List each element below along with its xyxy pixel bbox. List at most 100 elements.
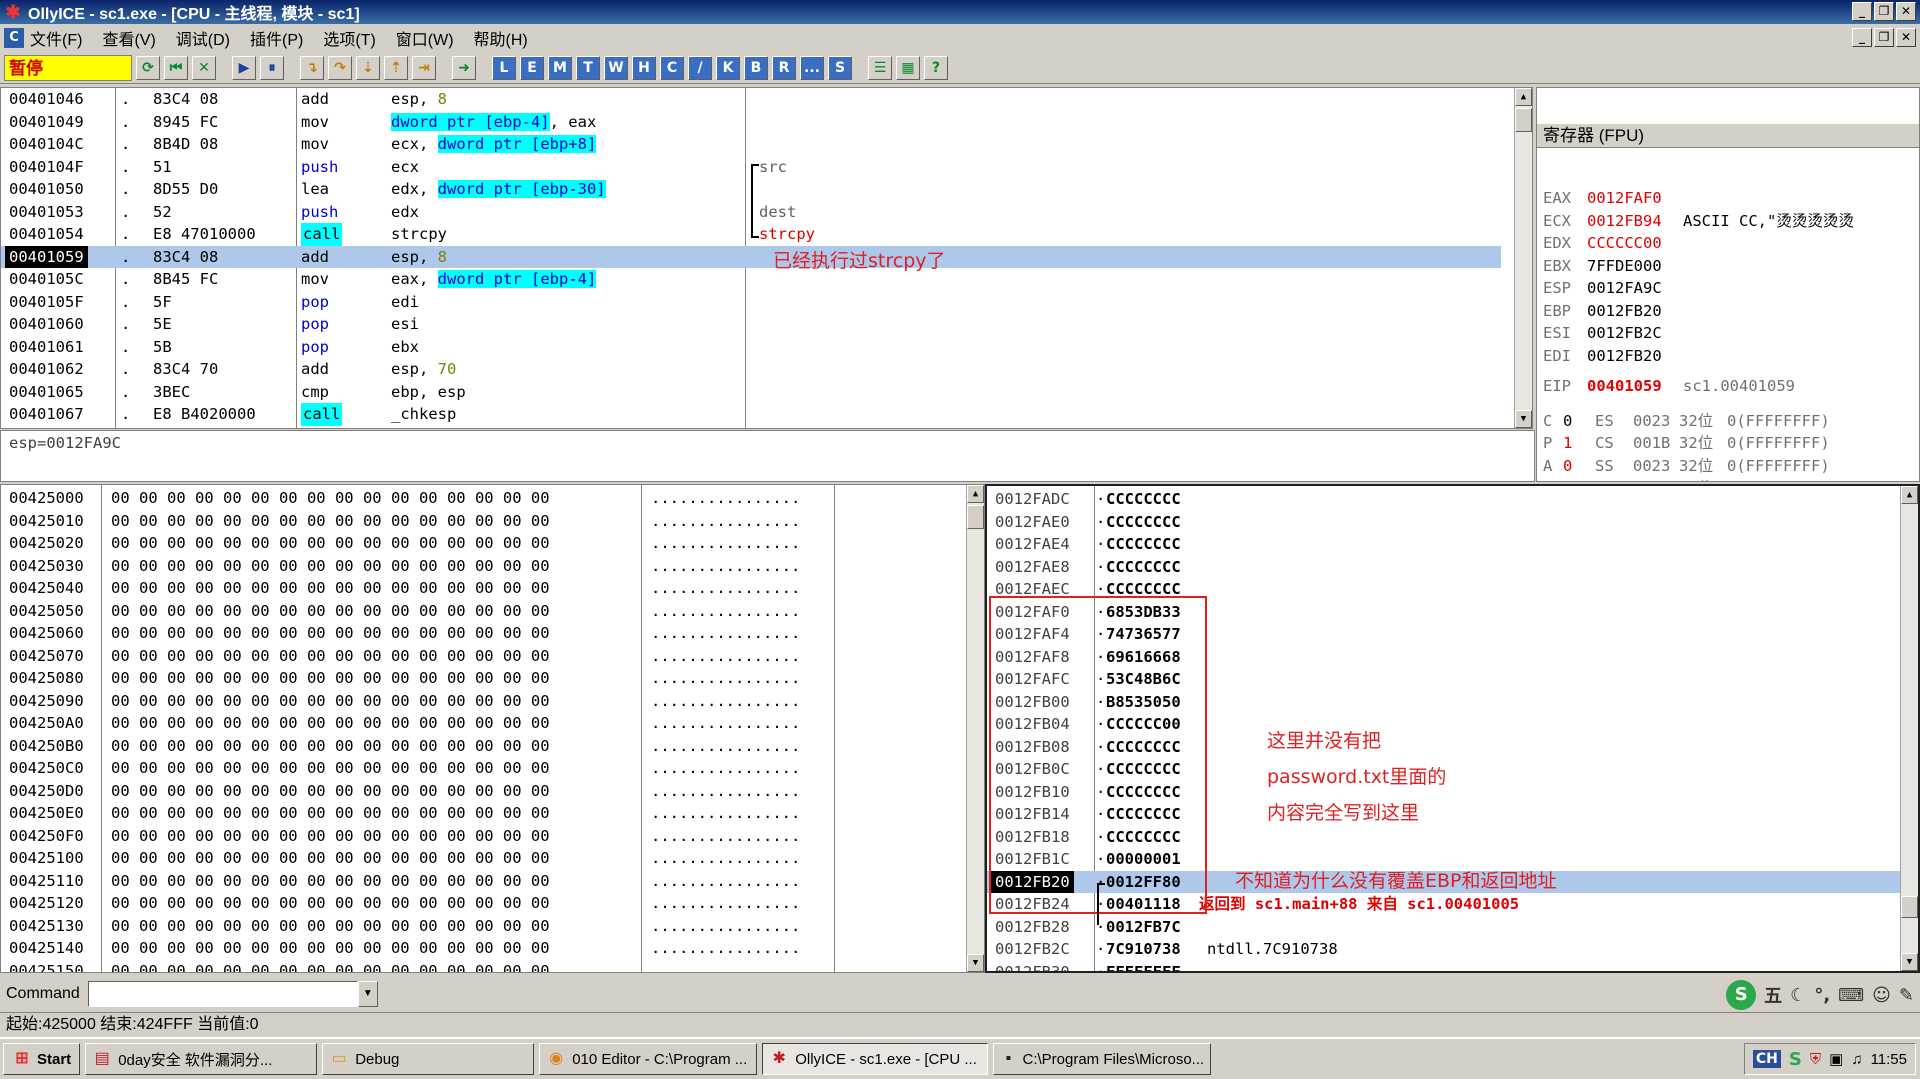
- toolbar-letter-w[interactable]: W: [604, 55, 628, 80]
- child-restore-button[interactable]: ❐: [1874, 28, 1894, 47]
- child-close-button[interactable]: ✕: [1896, 28, 1916, 47]
- shield-icon[interactable]: ⛨: [1810, 1051, 1821, 1068]
- stack-row[interactable]: 0012FB2C · 7C910738 ntdll.7C910738: [987, 938, 1907, 961]
- toolbar-letter-r[interactable]: R: [772, 55, 796, 80]
- register-value[interactable]: 0012FB20: [1587, 300, 1662, 323]
- dump-row[interactable]: 00425120 00 00 00 00 00 00 00 00 00 00 00…: [1, 892, 984, 915]
- disasm-row[interactable]: 0040104C. 8B4D 08 mov ecx, dword ptr [ebp+8…: [1, 133, 1501, 156]
- dump-row[interactable]: 004250C0 00 00 00 00 00 00 00 00 00 00 00…: [1, 757, 984, 780]
- list-icon[interactable]: ☰: [868, 55, 892, 80]
- dump-row[interactable]: 00425090 00 00 00 00 00 00 00 00 00 00 00…: [1, 690, 984, 713]
- dump-row[interactable]: 00425040 00 00 00 00 00 00 00 00 00 00 00…: [1, 577, 984, 600]
- dump-row[interactable]: 00425080 00 00 00 00 00 00 00 00 00 00 00…: [1, 667, 984, 690]
- dump-row[interactable]: 00425130 00 00 00 00 00 00 00 00 00 00 00…: [1, 915, 984, 938]
- disasm-row[interactable]: 00401062. 83C4 70 add esp, 70: [1, 358, 1501, 381]
- minimize-button[interactable]: _: [1852, 2, 1872, 21]
- toolbar-letter-e[interactable]: E: [520, 55, 544, 80]
- flag-row[interactable]: Z 1 DS 0023 32位 0(FFFFFFFF): [1537, 477, 1919, 481]
- dump-row[interactable]: 00425000 00 00 00 00 00 00 00 00 00 00 00…: [1, 487, 984, 510]
- disasm-row[interactable]: 00401065. 3BEC cmp ebp, esp: [1, 381, 1501, 404]
- register-row[interactable]: EAX 0012FAF0: [1537, 187, 1919, 210]
- run-icon[interactable]: ▶: [232, 55, 256, 80]
- taskbar-button[interactable]: ✱ OllyICE - sc1.exe - [CPU ...: [762, 1043, 989, 1075]
- close-button[interactable]: ✕: [1896, 2, 1916, 21]
- disasm-row[interactable]: 00401046. 83C4 08 add esp, 8: [1, 88, 1501, 111]
- disasm-row[interactable]: 00401049. 8945 FC mov dword ptr [ebp-4], ea…: [1, 111, 1501, 134]
- dump-row[interactable]: 00425140 00 00 00 00 00 00 00 00 00 00 00…: [1, 937, 984, 960]
- dump-row[interactable]: 00425030 00 00 00 00 00 00 00 00 00 00 00…: [1, 555, 984, 578]
- dump-row[interactable]: 00425110 00 00 00 00 00 00 00 00 00 00 00…: [1, 870, 984, 893]
- dump-row[interactable]: 004250D0 00 00 00 00 00 00 00 00 00 00 00…: [1, 780, 984, 803]
- dump-row[interactable]: 00425060 00 00 00 00 00 00 00 00 00 00 00…: [1, 622, 984, 645]
- menu-view[interactable]: 查看(V): [102, 26, 155, 50]
- disasm-row[interactable]: 00401059. 83C4 08 add esp, 8 已经执行过strcpy了: [1, 245, 1501, 272]
- toolbar-letter-m[interactable]: M: [548, 55, 572, 80]
- taskbar-button[interactable]: ▤ 0day安全 软件漏洞分...: [85, 1043, 318, 1075]
- dump-row[interactable]: 00425070 00 00 00 00 00 00 00 00 00 00 00…: [1, 645, 984, 668]
- stack-row[interactable]: 0012FAE0 · CCCCCCCC: [987, 511, 1907, 534]
- scroll-down-arrow-icon[interactable]: ▼: [1515, 410, 1532, 428]
- disassembly-panel[interactable]: 00401046. 83C4 08 add esp, 8 00401049. 8945 F…: [0, 87, 1533, 429]
- registers-panel[interactable]: 寄存器 (FPU) EAX 0012FAF0 ECX 0012FB94 ASCII CC…: [1536, 87, 1920, 482]
- stack-row[interactable]: 0012FADC · CCCCCCCC: [987, 488, 1907, 511]
- step-over-icon[interactable]: ↷: [328, 55, 352, 80]
- disasm-row[interactable]: 0040105C. 8B45 FC mov eax, dword ptr [ebp-4…: [1, 268, 1501, 291]
- grid-icon[interactable]: ▦: [896, 55, 920, 80]
- register-value[interactable]: 0012FB94: [1587, 210, 1662, 233]
- flag-row[interactable]: P 1 CS 001B 32位 0(FFFFFFFF): [1537, 432, 1919, 455]
- register-value[interactable]: 0012FA9C: [1587, 277, 1662, 300]
- disasm-row[interactable]: 00401061. 5B pop ebx: [1, 336, 1501, 359]
- sogou-ime-icon[interactable]: S: [1726, 980, 1757, 1010]
- toolbar-letter-k[interactable]: K: [716, 55, 740, 80]
- register-row[interactable]: ECX 0012FB94 ASCII CC,"烫烫烫烫烫: [1537, 210, 1919, 233]
- dump-row[interactable]: 004250A0 00 00 00 00 00 00 00 00 00 00 00…: [1, 712, 984, 735]
- stack-row[interactable]: 0012FB30 · FFFFFFFF: [987, 961, 1907, 972]
- stack-panel[interactable]: 0012FADC · CCCCCCCC 0012FAE0 · CCCCCCCC 0012FA…: [985, 484, 1920, 973]
- flag-row[interactable]: C 0 ES 0023 32位 0(FFFFFFFF): [1537, 410, 1919, 433]
- pause-icon[interactable]: ⏸: [260, 55, 284, 80]
- register-row[interactable]: ESP 0012FA9C: [1537, 277, 1919, 300]
- network-icon[interactable]: ▣: [1829, 1050, 1843, 1068]
- dump-scroll-down-icon[interactable]: ▼: [967, 954, 984, 972]
- volume-icon[interactable]: ♫: [1851, 1051, 1862, 1068]
- dump-row[interactable]: 004250B0 00 00 00 00 00 00 00 00 00 00 00…: [1, 735, 984, 758]
- dump-scroll-thumb[interactable]: [967, 505, 984, 529]
- toolbar-letter-t[interactable]: T: [576, 55, 600, 80]
- register-row[interactable]: EDX CCCCCC00: [1537, 232, 1919, 255]
- help-icon[interactable]: ?: [924, 55, 948, 80]
- flag-row[interactable]: A 0 SS 0023 32位 0(FFFFFFFF): [1537, 455, 1919, 478]
- menu-window[interactable]: 窗口(W): [396, 26, 454, 50]
- toolbar-letter-h[interactable]: H: [632, 55, 656, 80]
- menu-file[interactable]: 文件(F): [30, 26, 82, 50]
- flag-value[interactable]: 0: [1563, 455, 1572, 478]
- dump-row[interactable]: 00425100 00 00 00 00 00 00 00 00 00 00 00…: [1, 847, 984, 870]
- restore-button[interactable]: ❐: [1874, 2, 1894, 21]
- taskbar-button[interactable]: ▪ C:\Program Files\Microso...: [993, 1043, 1212, 1075]
- register-value[interactable]: 0012FAF0: [1587, 187, 1662, 210]
- dump-row[interactable]: 004250E0 00 00 00 00 00 00 00 00 00 00 00…: [1, 802, 984, 825]
- open-icon[interactable]: ⟳: [136, 55, 160, 80]
- dump-row[interactable]: 00425020 00 00 00 00 00 00 00 00 00 00 00…: [1, 532, 984, 555]
- scroll-up-arrow-icon[interactable]: ▲: [1515, 88, 1532, 106]
- toolbar-letter-c[interactable]: C: [660, 55, 684, 80]
- menu-debug[interactable]: 调试(D): [176, 26, 230, 50]
- wrench-icon[interactable]: ✎: [1899, 985, 1914, 1006]
- taskbar-button[interactable]: ◉ 010 Editor - C:\Program ...: [539, 1043, 758, 1075]
- menu-options[interactable]: 选项(T): [323, 26, 375, 50]
- menu-help[interactable]: 帮助(H): [474, 26, 528, 50]
- register-row[interactable]: ESI 0012FB2C: [1537, 322, 1919, 345]
- toolbar-letter-dots[interactable]: ...: [800, 55, 824, 80]
- punctuation-icon[interactable]: °,: [1814, 985, 1830, 1006]
- stack-row[interactable]: 0012FAE4 · CCCCCCCC: [987, 533, 1907, 556]
- disasm-row[interactable]: 00401067. E8 B4020000 call _chkesp: [1, 403, 1501, 426]
- dump-scrollbar[interactable]: ▲ ▼: [966, 485, 984, 972]
- stack-scroll-thumb[interactable]: [1901, 896, 1918, 918]
- keyboard-icon[interactable]: ⌨: [1838, 985, 1864, 1006]
- disasm-row[interactable]: 00401060. 5E pop esi: [1, 313, 1501, 336]
- toolbar-letter-slash[interactable]: /: [688, 55, 712, 80]
- goto-icon[interactable]: ➜: [452, 55, 476, 80]
- command-dropdown-icon[interactable]: ▼: [357, 981, 378, 1007]
- flag-value[interactable]: 1: [1563, 477, 1572, 481]
- ime-mode[interactable]: 五: [1764, 982, 1782, 1008]
- close-process-icon[interactable]: ✕: [192, 55, 216, 80]
